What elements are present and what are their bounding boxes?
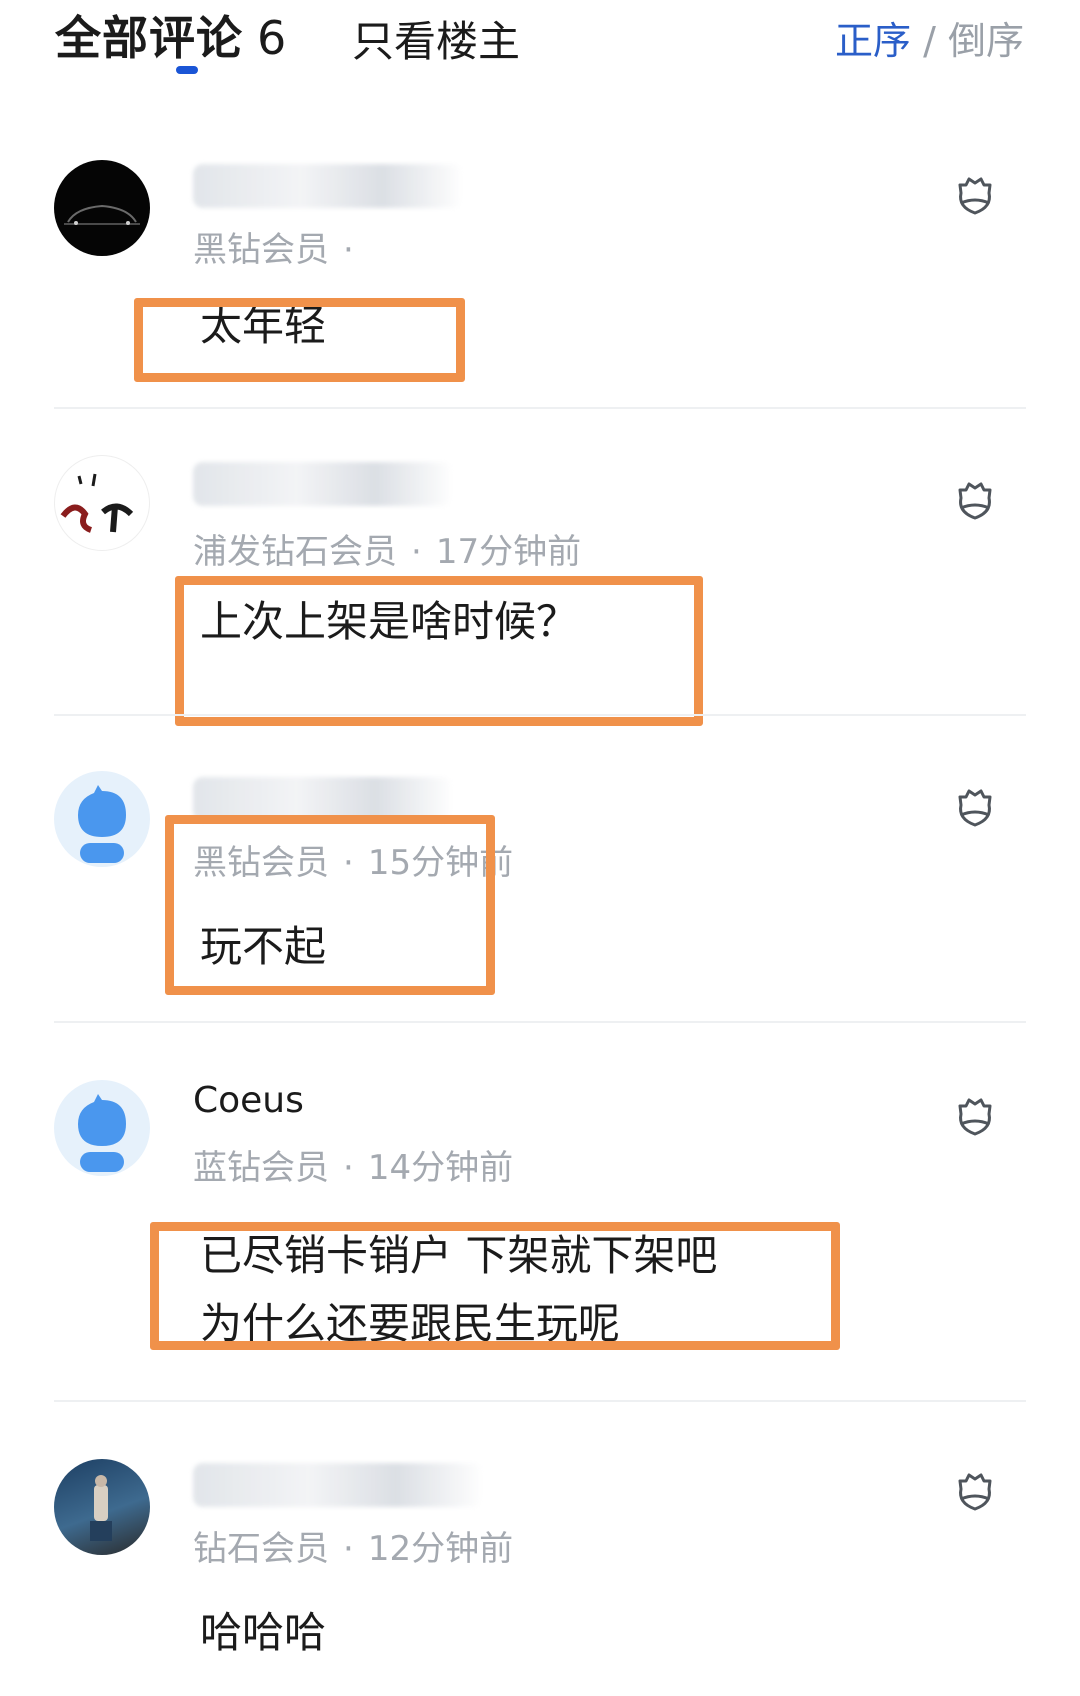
meta-dot: · [343,1148,354,1188]
member-level: 浦发钻石会员 [193,532,397,572]
comment-item: 浦发钻石会员 · 17分钟前 上次上架是啥时候？ [0,410,1080,726]
comment-meta: 浦发钻石会员 · 17分钟前 [193,524,581,573]
car-avatar-image [64,204,140,225]
avatar[interactable] [54,1459,150,1555]
avatar[interactable] [54,455,150,551]
like-icon[interactable] [952,1469,998,1515]
meta-dot: · [411,532,422,572]
like-icon[interactable] [952,1094,998,1140]
meta-dot: · [343,1529,354,1569]
comment-time: 14分钟前 [367,1148,514,1188]
username-blurred[interactable] [193,1463,483,1507]
comment-item: 黑钻会员 · 15分钟前 玩不起 [0,717,1080,1017]
username-blurred[interactable] [193,462,453,506]
comment-text[interactable]: 哈哈哈 [200,1599,326,1667]
comment-time: 17分钟前 [435,532,582,572]
avatar[interactable] [54,160,150,256]
username[interactable]: Coeus [193,1080,304,1121]
highlight-box [134,298,465,382]
comment-item: Coeus 蓝钻会员 · 14分钟前 已尽销卡销户 下架就下架吧 为什么还要跟民生玩… [0,1024,1080,1404]
avatar[interactable] [54,1080,150,1176]
default-avatar-image [78,1094,126,1172]
comment-meta: 黑钻会员 · [193,222,368,271]
username-blurred[interactable] [193,164,463,208]
comment-item: 钻石会员 · 12分钟前 哈哈哈 [0,1403,1080,1696]
divider [54,1021,1026,1023]
highlight-box [150,1222,840,1350]
like-icon[interactable] [952,785,998,831]
divider [54,714,1026,716]
comment-item: 黑钻会员 · 太年轻 [0,0,1080,400]
member-level: 蓝钻会员 [193,1148,329,1188]
like-icon[interactable] [952,478,998,524]
comment-text-line: 哈哈哈 [200,1608,327,1657]
calligraphy-avatar-image [60,473,134,533]
divider [54,407,1026,409]
highlight-box [175,576,703,726]
comment-meta: 钻石会员 · 12分钟前 [193,1521,513,1570]
member-level: 钻石会员 [193,1529,329,1569]
comment-time: 12分钟前 [367,1529,514,1569]
meta-dot: · [343,230,354,270]
default-avatar-image [78,785,126,863]
divider [54,1400,1026,1402]
comment-meta: 蓝钻会员 · 14分钟前 [193,1140,513,1189]
like-icon[interactable] [952,173,998,219]
photo-avatar-image [90,1475,112,1541]
avatar[interactable] [54,771,150,867]
highlight-box [165,815,495,995]
member-level: 黑钻会员 [193,230,329,270]
